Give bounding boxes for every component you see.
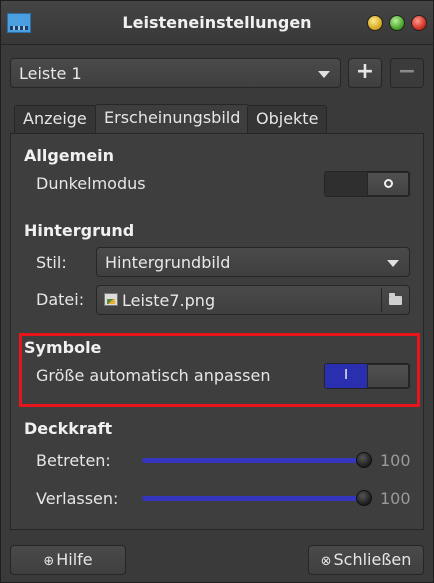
help-button-label: Hilfe (56, 550, 93, 569)
title-bar[interactable]: Leisteneinstellungen (1, 1, 433, 45)
switch-track (325, 172, 367, 196)
help-button[interactable]: ⊕ Hilfe (10, 545, 126, 575)
leave-opacity-value: 100 (380, 489, 411, 508)
minimize-button[interactable] (367, 15, 383, 31)
close-button-label: Schließen (333, 550, 412, 569)
add-panel-button[interactable]: + (348, 58, 382, 88)
image-file-icon (104, 293, 118, 306)
auto-size-switch[interactable]: I (324, 363, 410, 389)
close-window-button[interactable] (411, 15, 427, 31)
off-state-icon (383, 178, 393, 188)
slider-fill (142, 458, 364, 463)
chevron-down-icon (387, 260, 399, 267)
close-icon: ⊗ (320, 554, 332, 569)
panel-select[interactable]: Leiste 1 (10, 58, 341, 88)
switch-knob (367, 172, 409, 196)
lifebuoy-icon: ⊕ (43, 554, 55, 569)
panel-preferences-window: Leisteneinstellungen Leiste 1 + − Anzeig… (0, 0, 434, 583)
slider-fill (142, 496, 364, 501)
dark-mode-label: Dunkelmodus (36, 174, 146, 193)
background-file-chooser[interactable]: Leiste7.png (96, 285, 410, 315)
background-file-name: Leiste7.png (122, 291, 216, 310)
maximize-button[interactable] (389, 15, 405, 31)
enter-opacity-value: 100 (380, 451, 411, 470)
enter-opacity-slider[interactable] (142, 450, 372, 470)
file-label: Datei: (36, 290, 85, 309)
folder-icon[interactable] (389, 293, 402, 305)
auto-size-label: Größe automatisch anpassen (36, 366, 271, 385)
background-style-value: Hintergrundbild (105, 253, 231, 272)
dark-mode-switch[interactable] (324, 171, 410, 197)
tab-appearance[interactable]: Erscheinungsbild (95, 104, 250, 135)
general-section-title: Allgemein (24, 146, 115, 165)
slider-thumb[interactable] (356, 490, 372, 506)
symbols-section-title: Symbole (24, 338, 102, 357)
divider (381, 288, 382, 312)
remove-panel-button[interactable]: − (390, 58, 424, 88)
tab-items[interactable]: Objekte (247, 105, 328, 134)
switch-knob (367, 364, 409, 388)
leave-label: Verlassen: (36, 489, 119, 508)
panel-select-value: Leiste 1 (19, 64, 82, 83)
background-style-select[interactable]: Hintergrundbild (96, 247, 410, 277)
slider-thumb[interactable] (356, 452, 372, 468)
tab-display[interactable]: Anzeige (14, 105, 96, 134)
enter-label: Betreten: (36, 451, 111, 470)
background-section-title: Hintergrund (24, 221, 135, 240)
opacity-section-title: Deckkraft (24, 419, 113, 438)
close-button[interactable]: ⊗ Schließen (308, 545, 424, 575)
leave-opacity-slider[interactable] (142, 488, 372, 508)
chevron-down-icon (318, 71, 330, 78)
switch-track-on: I (325, 364, 367, 388)
style-label: Stil: (36, 253, 67, 272)
